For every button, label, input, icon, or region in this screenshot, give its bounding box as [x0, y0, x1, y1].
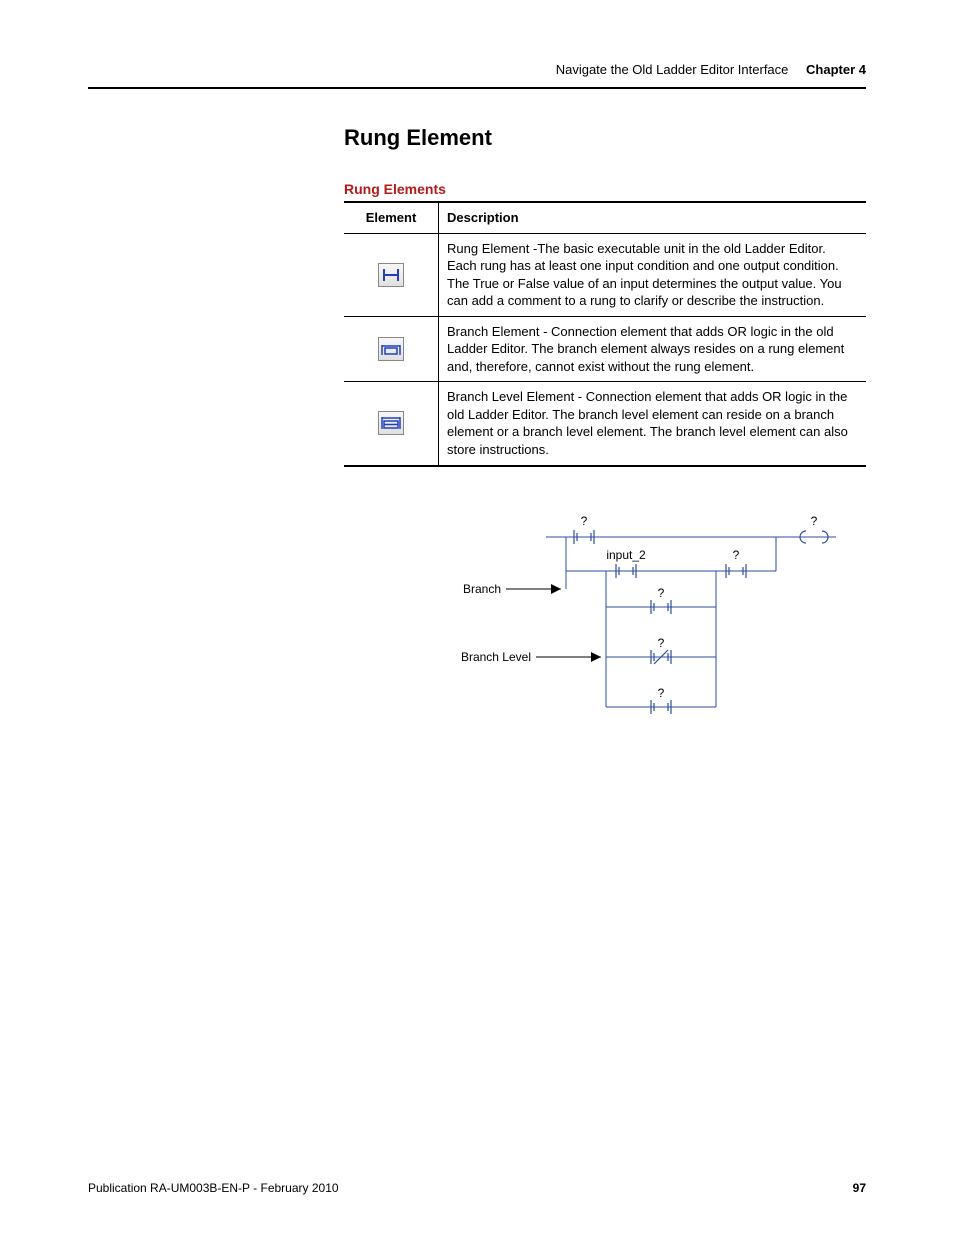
- q-label: ?: [658, 686, 665, 700]
- page-footer: Publication RA-UM003B-EN-P - February 20…: [88, 1181, 866, 1195]
- table-row: Rung Element -The basic executable unit …: [344, 233, 866, 316]
- branch-element-icon: [378, 337, 404, 361]
- q-label: ?: [733, 548, 740, 562]
- col-description: Description: [439, 202, 867, 233]
- ladder-diagram: ? ? input: [344, 507, 866, 737]
- col-element: Element: [344, 202, 439, 233]
- branch-label: Branch: [463, 582, 501, 596]
- section-heading: Rung Element: [344, 125, 866, 151]
- table-row: Branch Level Element - Connection elemen…: [344, 382, 866, 466]
- input2-label: input_2: [606, 548, 646, 562]
- page-number: 97: [853, 1181, 866, 1195]
- rung-elements-table: Element Description: [344, 201, 866, 467]
- q-label: ?: [658, 586, 665, 600]
- rung-element-icon: [378, 263, 404, 287]
- table-header-row: Element Description: [344, 202, 866, 233]
- page-header: Navigate the Old Ladder Editor Interface…: [88, 62, 866, 89]
- table-cell-description: Branch Level Element - Connection elemen…: [439, 382, 867, 466]
- table-cell-description: Branch Element - Connection element that…: [439, 316, 867, 382]
- header-chapter-label: Chapter 4: [806, 62, 866, 77]
- branch-level-element-icon: [378, 411, 404, 435]
- table-caption: Rung Elements: [344, 181, 866, 197]
- q-label: ?: [581, 514, 588, 528]
- table-cell-description: Rung Element -The basic executable unit …: [439, 233, 867, 316]
- q-label: ?: [658, 636, 665, 650]
- header-section-title: Navigate the Old Ladder Editor Interface: [556, 62, 789, 77]
- table-row: Branch Element - Connection element that…: [344, 316, 866, 382]
- branch-level-label: Branch Level: [461, 650, 531, 664]
- q-label: ?: [811, 514, 818, 528]
- publication-info: Publication RA-UM003B-EN-P - February 20…: [88, 1181, 339, 1195]
